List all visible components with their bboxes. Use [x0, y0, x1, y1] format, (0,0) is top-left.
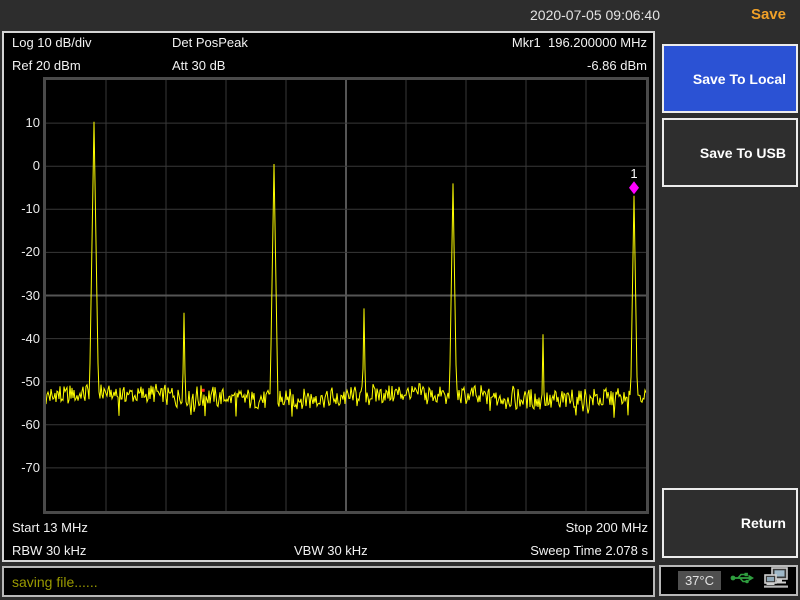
amplitude-scale-label: Log 10 dB/div: [12, 35, 92, 51]
y-tick-label: -70: [6, 460, 40, 476]
system-status-box: 37°C: [659, 565, 798, 596]
main-display: Log 10 dB/div Det PosPeak Mkr1 196.20000…: [2, 31, 655, 562]
marker-amplitude-readout: -6.86 dBm: [587, 58, 647, 74]
vbw-label: VBW 30 kHz: [294, 543, 368, 559]
y-tick-label: -30: [6, 288, 40, 304]
computer-icon: [763, 567, 789, 594]
active-menu-title: Save: [751, 6, 786, 23]
save-to-usb-button[interactable]: Save To USB: [662, 118, 798, 187]
datetime: 2020-07-05 09:06:40: [530, 7, 660, 23]
return-button[interactable]: Return: [662, 488, 798, 558]
detector-label: Det PosPeak: [172, 35, 248, 51]
save-to-local-button[interactable]: Save To Local: [662, 44, 798, 113]
y-tick-label: -50: [6, 374, 40, 390]
start-frequency-label: Start 13 MHz: [12, 520, 88, 536]
status-bar: saving file......: [2, 566, 655, 597]
y-tick-label: 10: [6, 115, 40, 131]
reference-level-label: Ref 20 dBm: [12, 58, 81, 74]
sweep-time-label: Sweep Time 2.078 s: [530, 543, 648, 559]
save-to-usb-label: Save To USB: [700, 145, 786, 161]
y-tick-label: 0: [6, 158, 40, 174]
return-label: Return: [741, 515, 786, 531]
svg-text:1: 1: [630, 166, 637, 181]
marker-frequency-readout: Mkr1 196.200000 MHz: [512, 35, 647, 51]
y-tick-label: -10: [6, 201, 40, 217]
save-to-local-label: Save To Local: [693, 71, 786, 87]
temperature-badge: 37°C: [678, 571, 721, 590]
y-tick-label: -60: [6, 417, 40, 433]
rbw-label: RBW 30 kHz: [12, 543, 86, 559]
y-tick-label: -20: [6, 244, 40, 260]
y-tick-label: -40: [6, 331, 40, 347]
spectrum-plot: 1: [43, 77, 649, 514]
stop-frequency-label: Stop 200 MHz: [566, 520, 648, 536]
top-bar: 2020-07-05 09:06:40 Save: [0, 0, 800, 30]
attenuation-label: Att 30 dB: [172, 58, 225, 74]
status-message: saving file......: [12, 574, 98, 590]
usb-icon: [730, 571, 754, 590]
